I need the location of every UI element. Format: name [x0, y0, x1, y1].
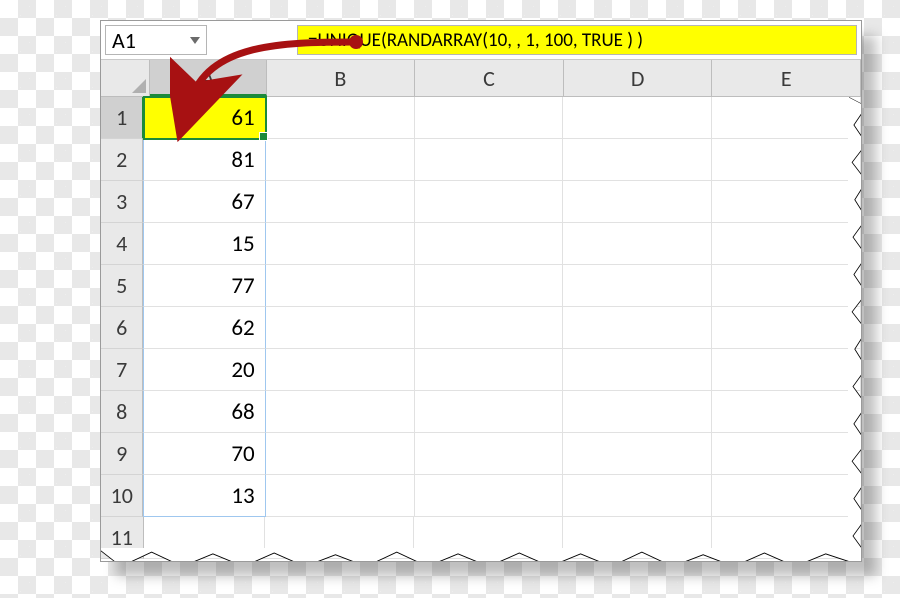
formula-bar-text: =UNIQUE(RANDARRAY(10, , 1, 100, TRUE ) )	[308, 29, 643, 52]
cell[interactable]	[563, 97, 712, 139]
cell-a4[interactable]: 15	[143, 223, 265, 265]
cell[interactable]	[563, 223, 712, 265]
cell[interactable]	[563, 349, 712, 391]
cell[interactable]	[712, 433, 861, 475]
column-header-e[interactable]: E	[712, 60, 861, 96]
cell[interactable]	[266, 97, 415, 139]
cell[interactable]	[712, 475, 861, 517]
select-all-triangle[interactable]	[101, 60, 150, 96]
cell[interactable]	[415, 265, 564, 307]
cell[interactable]	[712, 391, 861, 433]
table-row: 3 67	[101, 181, 861, 223]
cell[interactable]	[712, 181, 861, 223]
cell[interactable]	[415, 433, 564, 475]
cell[interactable]	[712, 139, 861, 181]
cell[interactable]	[266, 349, 415, 391]
cell-a10[interactable]: 13	[143, 475, 265, 517]
cell[interactable]	[415, 307, 564, 349]
row-header[interactable]: 1	[101, 97, 144, 139]
cell[interactable]	[712, 307, 861, 349]
cell[interactable]	[266, 475, 415, 517]
cell-a3[interactable]: 67	[143, 181, 265, 223]
cell[interactable]	[563, 307, 712, 349]
column-header-a[interactable]: A	[150, 60, 267, 96]
cell[interactable]	[563, 265, 712, 307]
cell-a1[interactable]: 61	[144, 97, 265, 139]
cell[interactable]	[415, 475, 564, 517]
cell[interactable]	[415, 97, 564, 139]
formula-bar[interactable]: =UNIQUE(RANDARRAY(10, , 1, 100, TRUE ) )	[297, 25, 857, 55]
column-header-d[interactable]: D	[564, 60, 713, 96]
column-header-b[interactable]: B	[267, 60, 416, 96]
cell[interactable]	[712, 223, 861, 265]
table-row: 4 15	[101, 223, 861, 265]
cell[interactable]	[415, 223, 564, 265]
cell[interactable]	[563, 433, 712, 475]
cell[interactable]	[266, 181, 415, 223]
table-row: 1 61	[101, 97, 861, 139]
row-header[interactable]: 4	[101, 223, 143, 265]
column-header-row: A B C D E	[101, 60, 861, 97]
cell[interactable]	[266, 139, 415, 181]
cell[interactable]	[415, 139, 564, 181]
row-header[interactable]: 3	[101, 181, 143, 223]
fx-button-area[interactable]	[211, 21, 297, 59]
cell-a9[interactable]: 70	[143, 433, 265, 475]
name-box-dropdown-icon[interactable]	[190, 37, 200, 44]
cell-a2[interactable]: 81	[143, 139, 265, 181]
cell[interactable]	[563, 391, 712, 433]
table-row: 7 20	[101, 349, 861, 391]
cell[interactable]	[266, 433, 415, 475]
row-header[interactable]: 2	[101, 139, 143, 181]
cell[interactable]	[266, 265, 415, 307]
cell[interactable]	[563, 181, 712, 223]
cell[interactable]	[266, 307, 415, 349]
cell[interactable]	[712, 97, 861, 139]
cell[interactable]	[266, 391, 415, 433]
cell[interactable]	[266, 223, 415, 265]
row-header[interactable]: 5	[101, 265, 143, 307]
row-header[interactable]: 8	[101, 391, 143, 433]
cell-a6[interactable]: 62	[143, 307, 265, 349]
row-header[interactable]: 6	[101, 307, 143, 349]
name-box[interactable]: A1	[105, 25, 207, 55]
row-header[interactable]: 10	[101, 475, 143, 517]
cell-a7[interactable]: 20	[143, 349, 265, 391]
formula-bar-row: A1 =UNIQUE(RANDARRAY(10, , 1, 100, TRUE …	[101, 21, 861, 60]
cell[interactable]	[415, 349, 564, 391]
cell-a8[interactable]: 68	[143, 391, 265, 433]
table-row: 6 62	[101, 307, 861, 349]
row-header[interactable]: 7	[101, 349, 143, 391]
table-row: 9 70	[101, 433, 861, 475]
torn-edge-bottom	[100, 546, 862, 562]
cell[interactable]	[712, 349, 861, 391]
name-box-value: A1	[112, 27, 136, 54]
row-header[interactable]: 9	[101, 433, 143, 475]
cell[interactable]	[712, 265, 861, 307]
cell[interactable]	[563, 475, 712, 517]
table-row: 5 77	[101, 265, 861, 307]
column-header-c[interactable]: C	[415, 60, 564, 96]
cell[interactable]	[415, 391, 564, 433]
grid-body: 1 61 2 81 3 67 4 15	[101, 97, 861, 559]
table-row: 8 68	[101, 391, 861, 433]
cell[interactable]	[563, 139, 712, 181]
cell-a5[interactable]: 77	[143, 265, 265, 307]
cell[interactable]	[415, 181, 564, 223]
table-row: 2 81	[101, 139, 861, 181]
torn-edge-right	[846, 59, 862, 562]
excel-window: A1 =UNIQUE(RANDARRAY(10, , 1, 100, TRUE …	[100, 20, 862, 562]
table-row: 10 13	[101, 475, 861, 517]
